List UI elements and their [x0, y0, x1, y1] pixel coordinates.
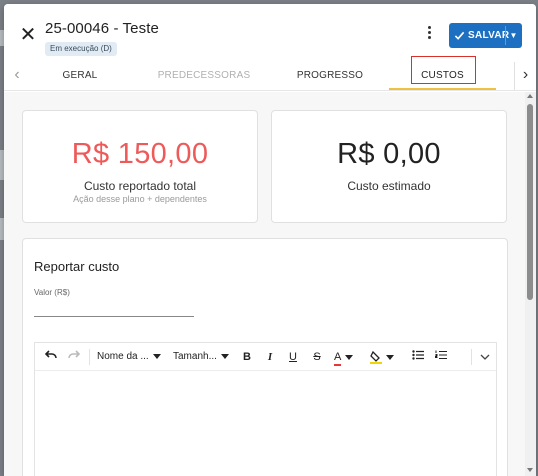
kebab-menu-icon[interactable] [424, 26, 434, 42]
reported-cost-card: R$ 150,00 Custo reportado total Ação des… [22, 110, 258, 223]
value-field-label: Valor (R$) [34, 288, 70, 297]
save-button[interactable]: SALVAR ▼ [449, 23, 522, 48]
undo-icon[interactable] [43, 348, 59, 366]
underline-icon[interactable]: U [285, 348, 301, 366]
rich-text-editor: Nome da ... Tamanh... B I U S A [34, 342, 497, 476]
chevron-right-icon[interactable]: › [514, 62, 536, 90]
tab-predecessoras: PREDECESSORAS [157, 70, 251, 81]
chevron-down-icon [152, 353, 161, 359]
highlight-color-icon[interactable] [370, 348, 400, 366]
bulleted-list-icon[interactable] [410, 348, 426, 366]
font-name-select[interactable]: Nome da ... [97, 348, 163, 366]
bold-icon[interactable]: B [239, 348, 255, 366]
font-color-icon[interactable]: A [334, 348, 364, 366]
font-name-value: Nome da ... [97, 351, 149, 362]
dialog-header: ✕ 25-00046 - Teste Em execução (D) SALVA… [4, 4, 536, 62]
chevron-left-icon[interactable]: ‹ [6, 62, 28, 90]
tab-custos[interactable]: CUSTOS [389, 62, 496, 90]
chevron-down-icon [220, 353, 229, 359]
estimated-cost-value: R$ 0,00 [337, 138, 441, 170]
chevron-down-icon[interactable]: ▼ [505, 23, 522, 48]
numbered-list-icon[interactable] [433, 348, 449, 366]
vertical-scrollbar[interactable] [525, 92, 536, 476]
task-dialog: ✕ 25-00046 - Teste Em execução (D) SALVA… [4, 4, 536, 476]
report-cost-card: Reportar custo Valor (R$) Nome da ... Ta… [22, 238, 508, 476]
estimated-cost-label: Custo estimado [347, 179, 431, 193]
value-field[interactable] [34, 299, 194, 315]
redo-icon [66, 348, 82, 366]
save-label: SALVAR [468, 30, 510, 41]
scroll-down-arrow[interactable] [527, 468, 533, 472]
scroll-up-arrow[interactable] [527, 94, 533, 98]
reported-cost-sublabel: Ação desse plano + dependentes [73, 194, 207, 204]
strikethrough-icon[interactable]: S [309, 348, 325, 366]
tab-bar: ‹ GERAL PREDECESSORAS PROGRESSO CUSTOS › [4, 62, 536, 91]
chevron-down-icon [386, 354, 394, 360]
scroll-thumb[interactable] [527, 104, 533, 300]
estimated-cost-card: R$ 0,00 Custo estimado [271, 110, 507, 223]
editor-body[interactable] [35, 372, 496, 476]
value-field-underline [34, 316, 194, 317]
toolbar-divider [471, 349, 472, 365]
chevron-down-icon[interactable] [477, 348, 493, 366]
status-badge: Em execução (D) [45, 42, 117, 56]
tab-geral[interactable]: GERAL [44, 62, 116, 90]
chevron-down-icon [345, 354, 354, 360]
toolbar-divider [89, 349, 90, 365]
font-size-select[interactable]: Tamanh... [173, 348, 231, 366]
italic-icon[interactable]: I [262, 348, 278, 366]
reported-cost-value: R$ 150,00 [71, 138, 209, 170]
check-icon [454, 31, 465, 40]
tab-content: R$ 150,00 Custo reportado total Ação des… [4, 92, 536, 476]
report-cost-title: Reportar custo [34, 259, 120, 274]
font-size-value: Tamanh... [173, 351, 217, 362]
save-main-button[interactable]: SALVAR [449, 23, 509, 48]
reported-cost-label: Custo reportado total [83, 179, 197, 193]
close-icon[interactable]: ✕ [18, 25, 38, 45]
editor-toolbar: Nome da ... Tamanh... B I U S A [35, 343, 496, 371]
dialog-title: 25-00046 - Teste [45, 20, 159, 37]
tab-progresso[interactable]: PROGRESSO [280, 62, 380, 90]
